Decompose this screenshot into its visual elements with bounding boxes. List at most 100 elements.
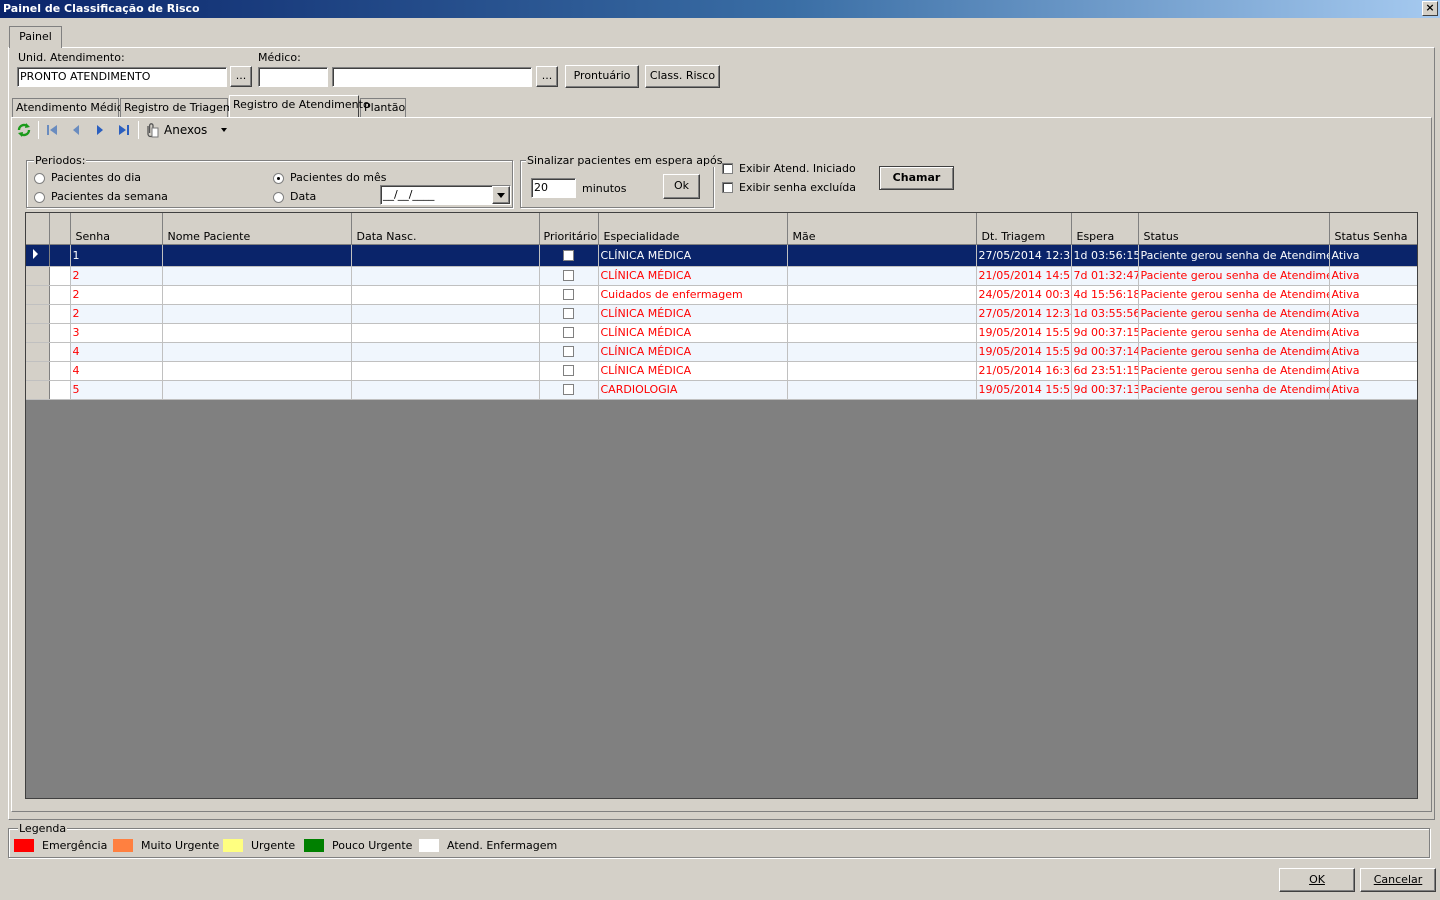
col-status-senha[interactable]: Status Senha: [1329, 213, 1417, 245]
cancel-button[interactable]: Cancelar: [1360, 868, 1436, 892]
radio-pacientes-mes[interactable]: [273, 173, 284, 184]
cell-espera[interactable]: 6d 23:51:15: [1071, 361, 1139, 381]
first-record-icon[interactable]: [44, 122, 60, 138]
tab-painel[interactable]: Painel: [9, 26, 62, 48]
medico-browse-button[interactable]: ...: [536, 66, 558, 87]
cell-espera[interactable]: 1d 03:56:15: [1071, 244, 1139, 267]
chamar-button[interactable]: Chamar: [879, 166, 954, 190]
espera-minutos-field[interactable]: 20: [531, 178, 576, 198]
table-row[interactable]: 5 CARDIOLOGIA 19/05/2014 15:52 9d 00:37:13 P…: [26, 380, 1417, 400]
row-indicator[interactable]: [26, 361, 50, 381]
cell-espera[interactable]: 7d 01:32:47: [1071, 266, 1139, 286]
ok-button[interactable]: OK: [1279, 868, 1355, 892]
cell-especialidade[interactable]: CLÍNICA MÉDICA: [598, 323, 788, 343]
cell-status[interactable]: Paciente gerou senha de Atendimento: [1138, 244, 1330, 267]
prioritario-checkbox[interactable]: [563, 365, 574, 376]
cell-prioritario[interactable]: [539, 266, 599, 286]
refresh-icon[interactable]: [16, 122, 32, 138]
cell-data-nasc[interactable]: [351, 266, 540, 286]
cell-nome-paciente[interactable]: [162, 244, 352, 267]
cell-especialidade[interactable]: CLÍNICA MÉDICA: [598, 244, 788, 267]
col-senha[interactable]: Senha: [70, 213, 163, 245]
cell-dt-triagem[interactable]: 21/05/2014 14:57: [976, 266, 1072, 286]
cell-especialidade[interactable]: CLÍNICA MÉDICA: [598, 266, 788, 286]
cell-mae[interactable]: [787, 285, 977, 305]
medico-code-field[interactable]: [258, 67, 328, 87]
prioritario-checkbox[interactable]: [563, 270, 574, 281]
paperclip-icon[interactable]: [143, 122, 159, 138]
cell-data-nasc[interactable]: [351, 304, 540, 324]
cell-status-senha[interactable]: Ativa: [1329, 323, 1417, 343]
cell-nome-paciente[interactable]: [162, 342, 352, 362]
prioritario-checkbox[interactable]: [563, 346, 574, 357]
close-button[interactable]: ×: [1422, 1, 1438, 16]
cell-status[interactable]: Paciente gerou senha de Atendimento: [1138, 380, 1330, 400]
prontuario-button[interactable]: Prontuário: [565, 65, 639, 88]
cell-prioritario[interactable]: [539, 380, 599, 400]
cell-status-senha[interactable]: Ativa: [1329, 361, 1417, 381]
cell-dt-triagem[interactable]: 19/05/2014 15:52: [976, 342, 1072, 362]
cell-status-senha[interactable]: Ativa: [1329, 244, 1417, 267]
next-record-icon[interactable]: [92, 122, 108, 138]
cell-status[interactable]: Paciente gerou senha de Atendimento: [1138, 285, 1330, 305]
cell-espera[interactable]: 9d 00:37:13: [1071, 380, 1139, 400]
cell-prioritario[interactable]: [539, 285, 599, 305]
tab-atendimento-medico[interactable]: Atendimento Médico: [12, 98, 130, 117]
prioritario-checkbox[interactable]: [563, 249, 574, 261]
prioritario-checkbox[interactable]: [563, 308, 574, 319]
cell-data-nasc[interactable]: [351, 342, 540, 362]
cell-espera[interactable]: 4d 15:56:18: [1071, 285, 1139, 305]
cell-especialidade[interactable]: CLÍNICA MÉDICA: [598, 342, 788, 362]
exibir-iniciado-checkbox[interactable]: [722, 163, 733, 174]
col-especialidade[interactable]: Especialidade: [598, 213, 788, 245]
cell-dt-triagem[interactable]: 24/05/2014 00:33: [976, 285, 1072, 305]
prioritario-checkbox[interactable]: [563, 327, 574, 338]
row-indicator[interactable]: [26, 244, 50, 267]
row-indicator[interactable]: [26, 323, 50, 343]
row-indicator[interactable]: [26, 304, 50, 324]
cell-mae[interactable]: [787, 304, 977, 324]
cell-dt-triagem[interactable]: 21/05/2014 16:38: [976, 361, 1072, 381]
cell-data-nasc[interactable]: [351, 285, 540, 305]
table-row[interactable]: 3 CLÍNICA MÉDICA 19/05/2014 15:52 9d 00:37:…: [26, 323, 1417, 343]
cell-status[interactable]: Paciente gerou senha de Atendimento: [1138, 304, 1330, 324]
cell-senha[interactable]: 4: [70, 361, 163, 381]
cell-status[interactable]: Paciente gerou senha de Atendimento: [1138, 361, 1330, 381]
cell-data-nasc[interactable]: [351, 323, 540, 343]
col-mae[interactable]: Mãe: [787, 213, 977, 245]
cell-mae[interactable]: [787, 244, 977, 267]
table-row[interactable]: 1 CLÍNICA MÉDICA 27/05/2014 12:33 1d 03:56:…: [26, 244, 1417, 267]
cell-espera[interactable]: 9d 00:37:15: [1071, 323, 1139, 343]
row-indicator[interactable]: [26, 266, 50, 286]
table-row[interactable]: 2 CLÍNICA MÉDICA 21/05/2014 14:57 7d 01:32:…: [26, 266, 1417, 286]
class-risco-button[interactable]: Class. Risco: [645, 65, 720, 88]
cell-dt-triagem[interactable]: 27/05/2014 12:33: [976, 244, 1072, 267]
cell-nome-paciente[interactable]: [162, 285, 352, 305]
cell-mae[interactable]: [787, 380, 977, 400]
cell-senha[interactable]: 2: [70, 304, 163, 324]
cell-nome-paciente[interactable]: [162, 380, 352, 400]
date-dropdown-button[interactable]: [492, 186, 510, 204]
anexos-button[interactable]: Anexos: [164, 123, 207, 137]
cell-status-senha[interactable]: Ativa: [1329, 380, 1417, 400]
cell-prioritario[interactable]: [539, 323, 599, 343]
previous-record-icon[interactable]: [68, 122, 84, 138]
cell-mae[interactable]: [787, 266, 977, 286]
row-indicator[interactable]: [26, 380, 50, 400]
cell-senha[interactable]: 4: [70, 342, 163, 362]
cell-dt-triagem[interactable]: 19/05/2014 15:52: [976, 323, 1072, 343]
cell-especialidade[interactable]: CLÍNICA MÉDICA: [598, 361, 788, 381]
col-prioritario[interactable]: Prioritário: [539, 213, 599, 245]
exibir-excluida-checkbox[interactable]: [722, 182, 733, 193]
cell-data-nasc[interactable]: [351, 244, 540, 267]
cell-senha[interactable]: 3: [70, 323, 163, 343]
cell-mae[interactable]: [787, 361, 977, 381]
col-dt-triagem[interactable]: Dt. Triagem: [976, 213, 1072, 245]
row-indicator[interactable]: [26, 342, 50, 362]
cell-especialidade[interactable]: CARDIOLOGIA: [598, 380, 788, 400]
prioritario-checkbox[interactable]: [563, 289, 574, 300]
last-record-icon[interactable]: [116, 122, 132, 138]
cell-prioritario[interactable]: [539, 244, 599, 267]
cell-dt-triagem[interactable]: 19/05/2014 15:52: [976, 380, 1072, 400]
unid-atendimento-field[interactable]: PRONTO ATENDIMENTO: [17, 67, 227, 87]
